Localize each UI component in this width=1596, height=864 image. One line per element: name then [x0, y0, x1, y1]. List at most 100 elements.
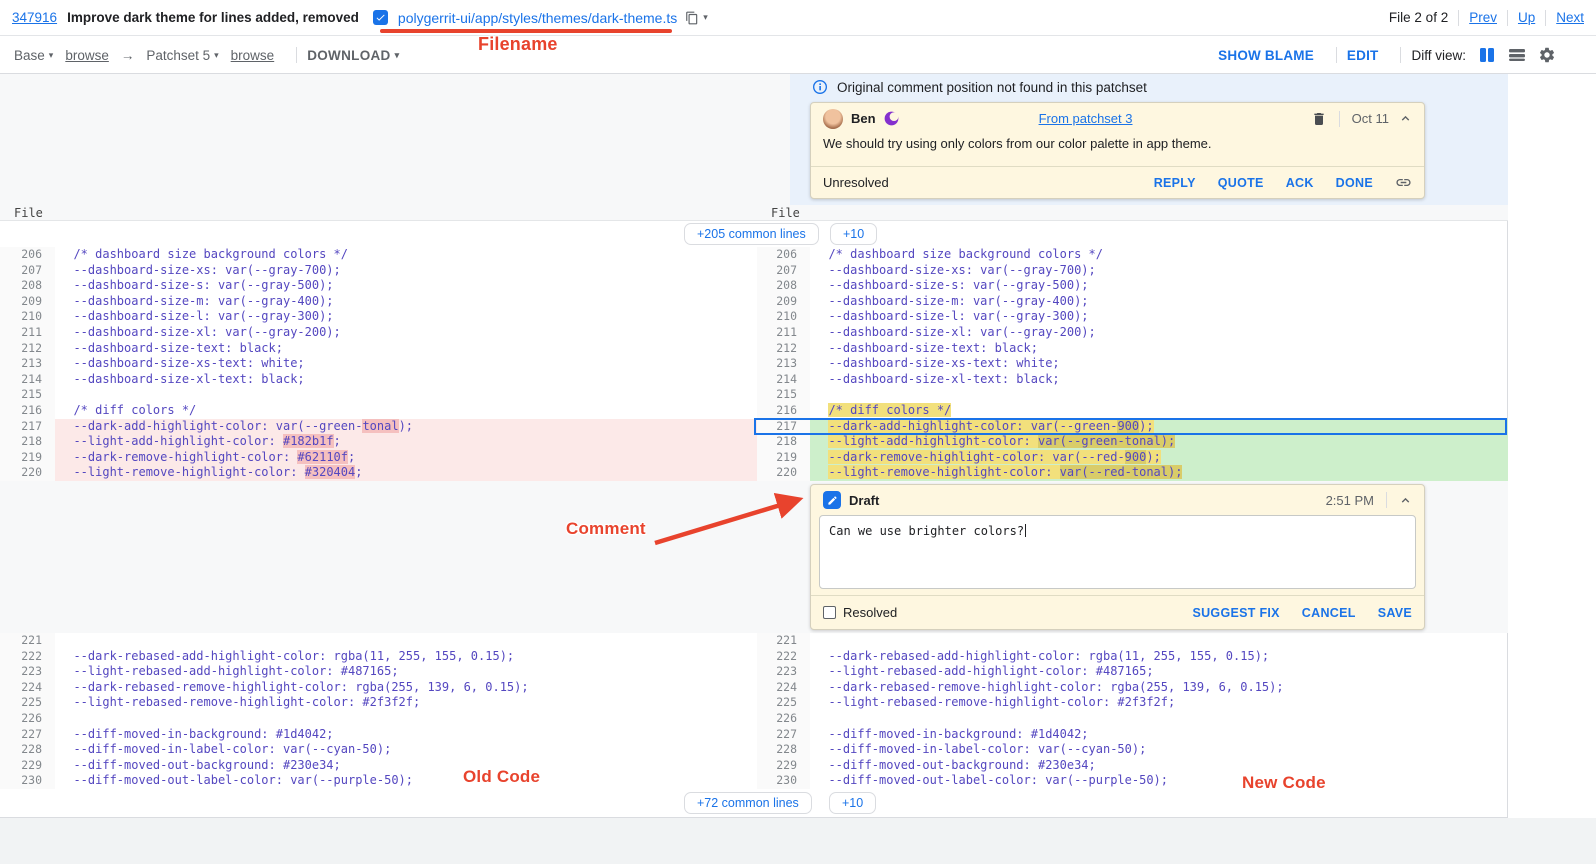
diff-line-right[interactable]: 216 /* diff colors */: [757, 403, 1508, 419]
line-number[interactable]: 224: [757, 680, 810, 696]
line-number[interactable]: 221: [0, 633, 55, 649]
collapse-draft-chevron-icon[interactable]: [1399, 494, 1412, 507]
diff-line-left[interactable]: 223 --light-rebased-add-highlight-color:…: [0, 664, 757, 680]
prev-file-link[interactable]: Prev: [1469, 10, 1497, 25]
line-number[interactable]: 226: [757, 711, 810, 727]
line-number[interactable]: 224: [0, 680, 55, 696]
diff-line-left[interactable]: 227 --diff-moved-in-background: #1d4042;: [0, 727, 757, 743]
line-number[interactable]: 228: [0, 742, 55, 758]
diff-line-right[interactable]: 225 --light-rebased-remove-highlight-col…: [757, 695, 1508, 711]
diff-line-left[interactable]: 215: [0, 387, 757, 403]
unified-view-icon[interactable]: [1508, 47, 1526, 63]
side-by-side-view-icon[interactable]: [1478, 47, 1496, 63]
line-number[interactable]: 212: [0, 341, 55, 357]
edit-button[interactable]: EDIT: [1347, 48, 1379, 63]
line-number[interactable]: 219: [757, 450, 810, 466]
diff-line-right[interactable]: 218 --light-add-highlight-color: var(--g…: [757, 434, 1508, 450]
diff-line-right[interactable]: 217 --dark-add-highlight-color: var(--gr…: [757, 419, 1508, 435]
diff-line-right[interactable]: 207 --dashboard-size-xs: var(--gray-700)…: [757, 263, 1508, 279]
diff-line-right[interactable]: 219 --dark-remove-highlight-color: var(-…: [757, 450, 1508, 466]
browse-patchset-link[interactable]: browse: [231, 48, 275, 63]
line-number[interactable]: 216: [757, 403, 810, 419]
line-number[interactable]: 217: [0, 419, 55, 435]
diff-line-right[interactable]: 209 --dashboard-size-m: var(--gray-400);: [757, 294, 1508, 310]
line-number[interactable]: 206: [757, 247, 810, 263]
diff-line-right[interactable]: 224 --dark-rebased-remove-highlight-colo…: [757, 680, 1508, 696]
diff-line-left[interactable]: 225 --light-rebased-remove-highlight-col…: [0, 695, 757, 711]
browse-base-link[interactable]: browse: [65, 48, 109, 63]
line-number[interactable]: 218: [757, 434, 810, 450]
copy-link-icon[interactable]: [1395, 174, 1412, 191]
line-number[interactable]: 206: [0, 247, 55, 263]
suggest-fix-button[interactable]: SUGGEST FIX: [1192, 606, 1279, 620]
diff-line-right[interactable]: 210 --dashboard-size-l: var(--gray-300);: [757, 309, 1508, 325]
diff-line-right[interactable]: 230 --diff-moved-out-label-color: var(--…: [757, 773, 1508, 789]
diff-line-right[interactable]: 214 --dashboard-size-xl-text: black;: [757, 372, 1508, 388]
diff-preferences-gear-icon[interactable]: [1538, 46, 1556, 64]
show-blame-button[interactable]: SHOW BLAME: [1218, 48, 1314, 63]
diff-line-left[interactable]: 207 --dashboard-size-xs: var(--gray-700)…: [0, 263, 757, 279]
line-number[interactable]: 213: [757, 356, 810, 372]
change-number-link[interactable]: 347916: [12, 10, 57, 25]
line-number[interactable]: 227: [757, 727, 810, 743]
collapse-thread-chevron-icon[interactable]: [1399, 112, 1412, 125]
line-number[interactable]: 211: [757, 325, 810, 341]
line-number[interactable]: 229: [757, 758, 810, 774]
reply-button[interactable]: REPLY: [1154, 176, 1196, 190]
resolved-checkbox[interactable]: [823, 606, 836, 619]
line-number[interactable]: 220: [0, 465, 55, 481]
ack-button[interactable]: ACK: [1286, 176, 1314, 190]
line-number[interactable]: 222: [757, 649, 810, 665]
diff-line-left[interactable]: 211 --dashboard-size-xl: var(--gray-200)…: [0, 325, 757, 341]
line-number[interactable]: 225: [0, 695, 55, 711]
diff-line-right[interactable]: 212 --dashboard-size-text: black;: [757, 341, 1508, 357]
up-link[interactable]: Up: [1518, 10, 1535, 25]
cancel-button[interactable]: CANCEL: [1302, 606, 1356, 620]
diff-line-right[interactable]: 221: [757, 633, 1508, 649]
done-button[interactable]: DONE: [1336, 176, 1373, 190]
line-number[interactable]: 209: [757, 294, 810, 310]
diff-line-right[interactable]: 227 --diff-moved-in-background: #1d4042;: [757, 727, 1508, 743]
diff-line-left[interactable]: 213 --dashboard-size-xs-text: white;: [0, 356, 757, 372]
line-number[interactable]: 218: [0, 434, 55, 450]
line-number[interactable]: 226: [0, 711, 55, 727]
line-number[interactable]: 227: [0, 727, 55, 743]
diff-line-right[interactable]: 223 --light-rebased-add-highlight-color:…: [757, 664, 1508, 680]
diff-line-left[interactable]: 206 /* dashboard size background colors …: [0, 247, 757, 263]
line-number[interactable]: 217: [757, 419, 810, 435]
line-number[interactable]: 216: [0, 403, 55, 419]
diff-line-right[interactable]: 229 --diff-moved-out-background: #230e34…: [757, 758, 1508, 774]
diff-line-right[interactable]: 206 /* dashboard size background colors …: [757, 247, 1508, 263]
line-number[interactable]: 214: [0, 372, 55, 388]
line-number[interactable]: 215: [0, 387, 55, 403]
diff-line-left[interactable]: 224 --dark-rebased-remove-highlight-colo…: [0, 680, 757, 696]
download-dropdown[interactable]: DOWNLOAD▾: [307, 48, 399, 63]
diff-line-right[interactable]: 222 --dark-rebased-add-highlight-color: …: [757, 649, 1508, 665]
file-path-link[interactable]: polygerrit-ui/app/styles/themes/dark-the…: [398, 10, 677, 26]
diff-line-right[interactable]: 220 --light-remove-highlight-color: var(…: [757, 465, 1508, 481]
line-number[interactable]: 223: [757, 664, 810, 680]
diff-line-left[interactable]: 228 --diff-moved-in-label-color: var(--c…: [0, 742, 757, 758]
file-dropdown-caret-icon[interactable]: ▾: [703, 12, 708, 23]
delete-comment-trash-icon[interactable]: [1311, 111, 1327, 127]
diff-line-left[interactable]: 230 --diff-moved-out-label-color: var(--…: [0, 773, 757, 789]
expand-common-lines-bottom-button[interactable]: +72 common lines: [684, 792, 812, 814]
diff-line-right[interactable]: 215: [757, 387, 1508, 403]
diff-line-left[interactable]: 217 --dark-add-highlight-color: var(--gr…: [0, 419, 757, 435]
line-number[interactable]: 225: [757, 695, 810, 711]
from-patchset-link[interactable]: From patchset 3: [1039, 111, 1133, 126]
line-number[interactable]: 221: [757, 633, 810, 649]
diff-line-left[interactable]: 219 --dark-remove-highlight-color: #6211…: [0, 450, 757, 466]
line-number[interactable]: 229: [0, 758, 55, 774]
diff-line-right[interactable]: 226: [757, 711, 1508, 727]
next-file-link[interactable]: Next: [1556, 10, 1584, 25]
diff-line-left[interactable]: 212 --dashboard-size-text: black;: [0, 341, 757, 357]
quote-button[interactable]: QUOTE: [1218, 176, 1264, 190]
line-number[interactable]: 215: [757, 387, 810, 403]
line-number[interactable]: 228: [757, 742, 810, 758]
line-number[interactable]: 210: [757, 309, 810, 325]
line-number[interactable]: 220: [757, 465, 810, 481]
diff-line-left[interactable]: 216 /* diff colors */: [0, 403, 757, 419]
line-number[interactable]: 222: [0, 649, 55, 665]
diff-line-left[interactable]: 210 --dashboard-size-l: var(--gray-300);: [0, 309, 757, 325]
